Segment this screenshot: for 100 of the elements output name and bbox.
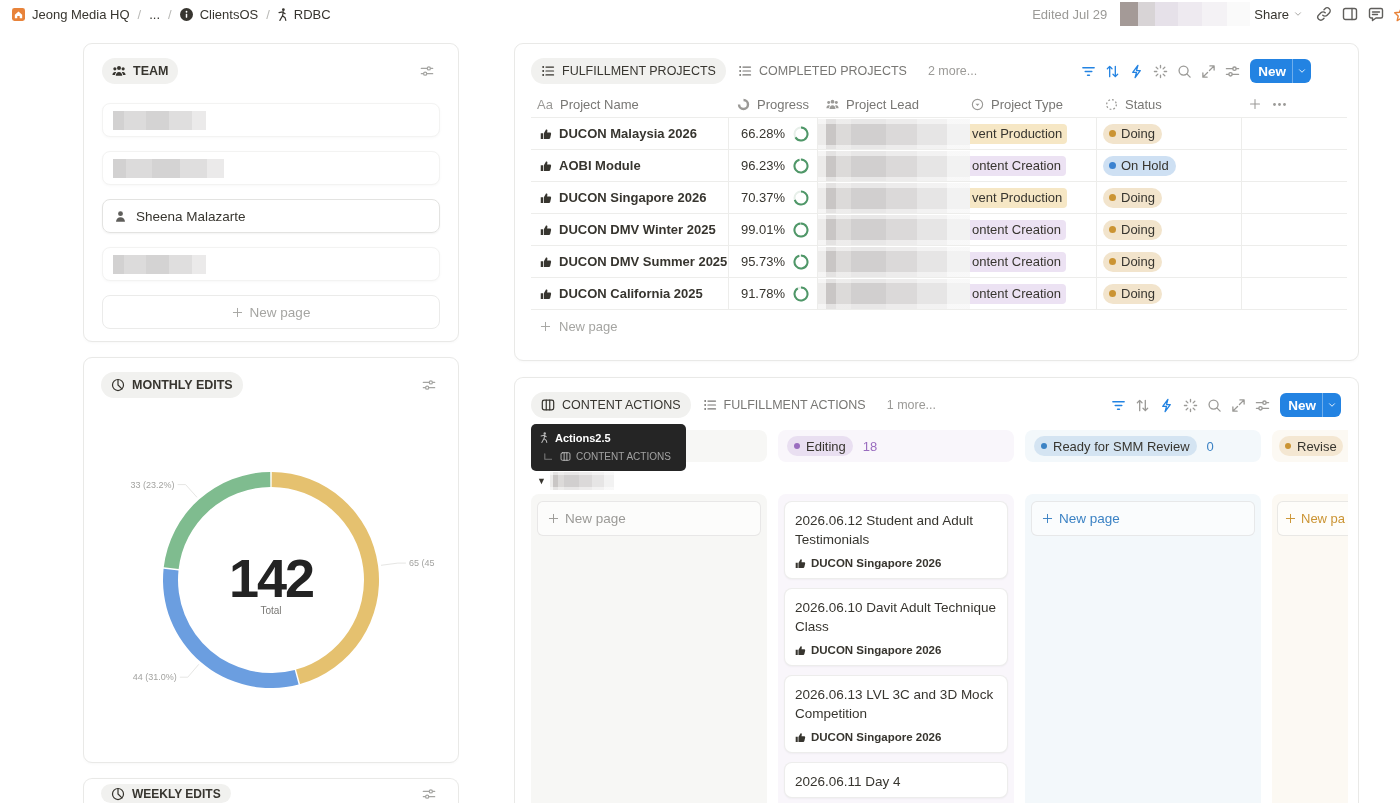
- sparkle-icon[interactable]: [1183, 397, 1199, 413]
- column-header[interactable]: Progress: [729, 91, 818, 118]
- sliders-icon[interactable]: [422, 786, 436, 801]
- view-tab[interactable]: FULFILLMENT ACTIONS: [692, 392, 876, 418]
- project-name[interactable]: DUCON Singapore 2026: [559, 190, 707, 205]
- card-relation[interactable]: DUCON Singapore 2026: [811, 731, 942, 743]
- breadcrumb-link[interactable]: RDBC: [276, 3, 332, 25]
- progress-value: 66.28%: [740, 126, 785, 141]
- thumbs-up-icon: [795, 644, 806, 656]
- tooltip-title: Actions2.5: [555, 431, 611, 444]
- group-toggle[interactable]: ▼: [537, 472, 546, 490]
- pie-chart-icon: [111, 786, 125, 801]
- progress-value: 96.23%: [740, 158, 785, 173]
- breadcrumb-separator: /: [168, 6, 172, 22]
- column-header[interactable]: Project Type: [970, 91, 1097, 118]
- thumbs-up-icon: [540, 127, 552, 140]
- card-relation[interactable]: DUCON Singapore 2026: [811, 644, 942, 656]
- progress-value: 70.37%: [740, 190, 785, 205]
- sliders-icon[interactable]: [1255, 397, 1271, 413]
- chevron-down-icon: [1293, 9, 1303, 19]
- section-title-button[interactable]: TEAM: [102, 58, 179, 84]
- figure-icon: [540, 432, 548, 443]
- ring-chart-icon: [737, 97, 750, 111]
- tree-branch-icon: [544, 453, 552, 460]
- project-name[interactable]: AOBI Module: [559, 158, 641, 173]
- progress-ring: [793, 253, 809, 270]
- thumbs-up-icon: [540, 255, 552, 268]
- new-button[interactable]: New: [1250, 59, 1311, 83]
- column-header[interactable]: Status: [1097, 91, 1242, 118]
- group-tag[interactable]: Ready for SMM Review: [1034, 436, 1197, 456]
- dropdown-circle-icon: [971, 97, 984, 111]
- group-tag[interactable]: Editing: [787, 436, 853, 456]
- board-card[interactable]: 2026.06.13 LVL 3C and 3D Mock Competition DUCON Singapore 2026: [784, 675, 1008, 753]
- breadcrumb-link[interactable]: ...: [148, 3, 162, 25]
- section-title-button[interactable]: MONTHLY EDITS: [101, 372, 243, 398]
- column-header[interactable]: Aa Project Name: [531, 91, 729, 118]
- sparkle-icon[interactable]: [1153, 63, 1169, 79]
- comment-icon[interactable]: [1368, 6, 1384, 22]
- slice-label: 33 (23.2%): [130, 479, 175, 490]
- search-icon[interactable]: [1207, 397, 1223, 413]
- view-tab[interactable]: COMPLETED PROJECTS: [727, 58, 917, 84]
- board-card[interactable]: 2026.06.12 Student and Adult Testimonials DUCON Singapore 2026: [784, 501, 1008, 579]
- column-header[interactable]: Project Lead: [818, 91, 970, 118]
- card-title: 2026.06.10 Davit Adult Technique Class: [795, 599, 997, 636]
- leader-line: [179, 663, 200, 678]
- share-button[interactable]: Share: [1252, 3, 1305, 25]
- figure-icon: [277, 7, 287, 21]
- section-title-button[interactable]: WEEKLY EDITS: [101, 784, 231, 803]
- board-card[interactable]: 2026.06.11 Day 4: [784, 762, 1008, 798]
- home-icon: [12, 7, 25, 21]
- text-type-icon: Aa: [537, 96, 553, 112]
- board-icon: [560, 451, 571, 462]
- card-relation[interactable]: DUCON Singapore 2026: [811, 557, 942, 569]
- project-name[interactable]: DUCON DMV Summer 2025: [559, 254, 728, 269]
- group-tag[interactable]: Revise: [1279, 436, 1343, 456]
- sliders-icon[interactable]: [420, 64, 434, 78]
- project-name[interactable]: DUCON California 2025: [559, 286, 703, 301]
- total-label: Total: [260, 605, 282, 616]
- progress-ring: [793, 285, 809, 302]
- thumbs-up-icon: [540, 191, 552, 204]
- new-page-button[interactable]: New page: [1031, 501, 1255, 536]
- expand-icon[interactable]: [1201, 63, 1217, 79]
- breadcrumb-link[interactable]: ClientsOS: [178, 3, 260, 25]
- breadcrumb-link[interactable]: Jeong Media HQ: [11, 3, 131, 25]
- sort-icon[interactable]: [1105, 63, 1121, 79]
- progress-ring: [793, 157, 809, 174]
- new-button[interactable]: New: [1280, 393, 1341, 417]
- member-item[interactable]: Sheena Malazarte: [102, 199, 440, 233]
- plus-icon: [231, 306, 243, 318]
- breadcrumb-separator: /: [266, 6, 270, 22]
- expand-icon[interactable]: [1231, 397, 1247, 413]
- progress-value: 91.78%: [740, 286, 785, 301]
- people-icon: [112, 64, 126, 78]
- progress-ring: [793, 189, 809, 206]
- board-icon: [541, 398, 555, 412]
- project-type-tag: vent Production: [970, 123, 1068, 144]
- thumbs-up-icon: [795, 557, 806, 569]
- sidebar-panel-icon[interactable]: [1342, 6, 1358, 22]
- people-icon: [826, 97, 839, 111]
- blurred-group-name: [549, 472, 614, 490]
- view-tab[interactable]: CONTENT ACTIONS: [531, 392, 691, 418]
- search-icon[interactable]: [1177, 63, 1193, 79]
- plus-icon[interactable]: [1249, 98, 1261, 110]
- more-icon[interactable]: [1273, 102, 1286, 106]
- project-type-tag: ontent Creation: [970, 219, 1066, 240]
- sort-icon[interactable]: [1135, 397, 1151, 413]
- project-type-tag: ontent Creation: [970, 155, 1066, 176]
- project-name[interactable]: DUCON DMV Winter 2025: [559, 222, 716, 237]
- project-name[interactable]: DUCON Malaysia 2026: [559, 126, 697, 141]
- sliders-icon[interactable]: [422, 378, 436, 392]
- person-icon: [114, 209, 127, 223]
- view-tab[interactable]: FULFILLMENT PROJECTS: [531, 58, 726, 84]
- link-icon[interactable]: [1316, 6, 1332, 22]
- sliders-icon[interactable]: [1225, 63, 1241, 79]
- board-card[interactable]: 2026.06.10 Davit Adult Technique Class DUCON Singapore 2026: [784, 588, 1008, 666]
- status-text: On Hold: [1121, 158, 1169, 173]
- status-text: Doing: [1121, 126, 1155, 141]
- plus-icon: [548, 513, 559, 524]
- plus-icon: [1285, 513, 1296, 524]
- status-text: Doing: [1121, 286, 1155, 301]
